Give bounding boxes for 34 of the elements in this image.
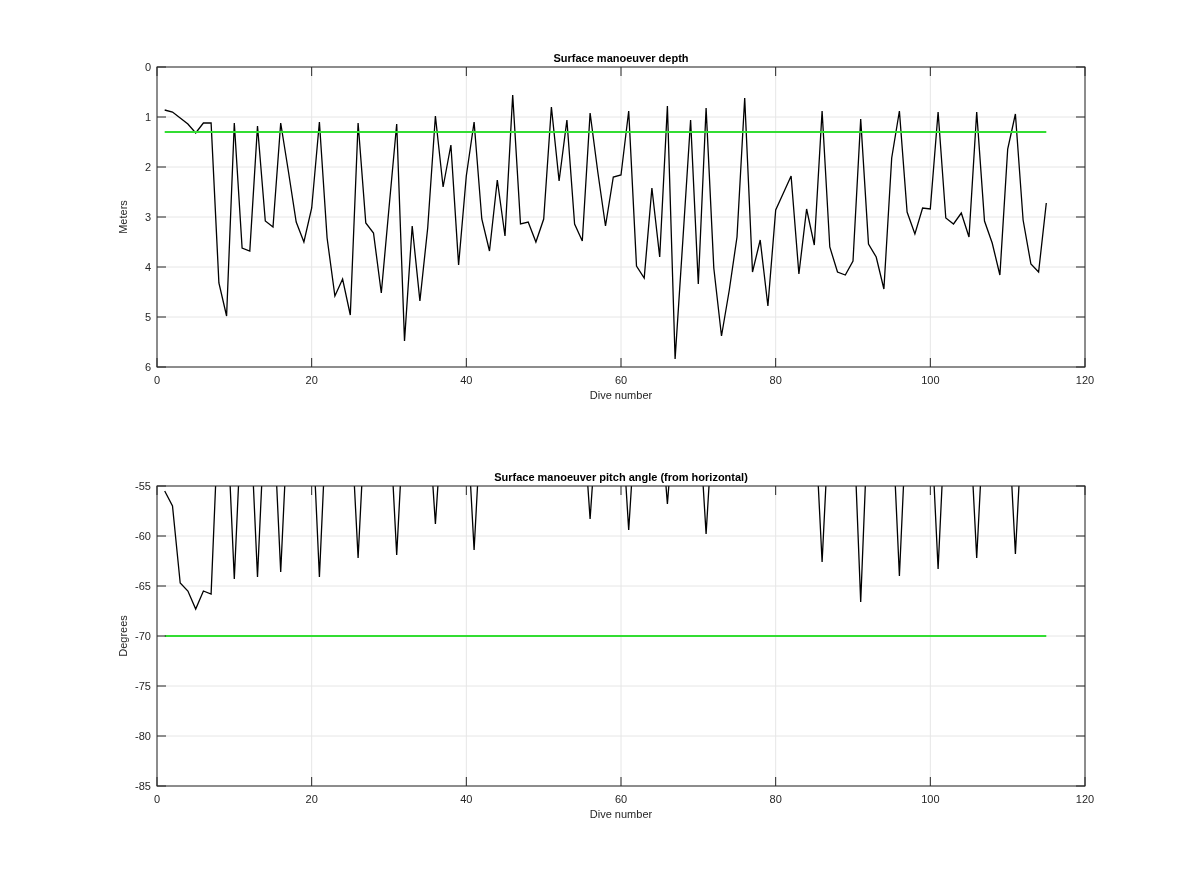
tick-label: -70 bbox=[135, 630, 151, 642]
tick-label: 120 bbox=[1075, 374, 1095, 386]
tick-label: 20 bbox=[305, 793, 318, 805]
tick-label: -75 bbox=[135, 680, 151, 692]
tick-label: 0 bbox=[153, 374, 161, 386]
tick-label: -60 bbox=[135, 530, 151, 542]
tick-label: 4 bbox=[144, 261, 151, 273]
tick-label: 5 bbox=[144, 311, 151, 323]
tick-label: 3 bbox=[144, 211, 151, 223]
tick-label: 40 bbox=[460, 793, 473, 805]
tick-label: 40 bbox=[460, 374, 473, 386]
tick-label: 60 bbox=[614, 374, 628, 386]
tick-label: 80 bbox=[769, 374, 782, 386]
tick-label: 20 bbox=[305, 374, 318, 386]
axis-label: Degrees bbox=[117, 615, 129, 657]
axis-label: Dive number bbox=[589, 389, 653, 401]
tick-label: 0 bbox=[153, 793, 161, 805]
axis-label: Meters bbox=[117, 200, 129, 234]
tick-label: 1 bbox=[144, 111, 151, 123]
tick-label: 6 bbox=[144, 361, 151, 373]
chart-title: Surface manoeuver pitch angle (from horizontal) bbox=[494, 471, 748, 483]
tick-label: 0 bbox=[144, 61, 151, 73]
tick-label: 60 bbox=[614, 793, 628, 805]
tick-label: 120 bbox=[1075, 793, 1095, 805]
tick-label: -80 bbox=[135, 730, 151, 742]
tick-label: 100 bbox=[921, 374, 940, 386]
chart-title: Surface manoeuver depth bbox=[553, 52, 689, 64]
tick-label: -55 bbox=[135, 480, 151, 492]
tick-label: 80 bbox=[769, 793, 782, 805]
tick-label: 100 bbox=[921, 793, 940, 805]
tick-label: 2 bbox=[144, 161, 151, 173]
tick-label: -85 bbox=[135, 780, 151, 792]
axis-label: Dive number bbox=[589, 808, 653, 820]
tick-label: -65 bbox=[135, 580, 151, 592]
